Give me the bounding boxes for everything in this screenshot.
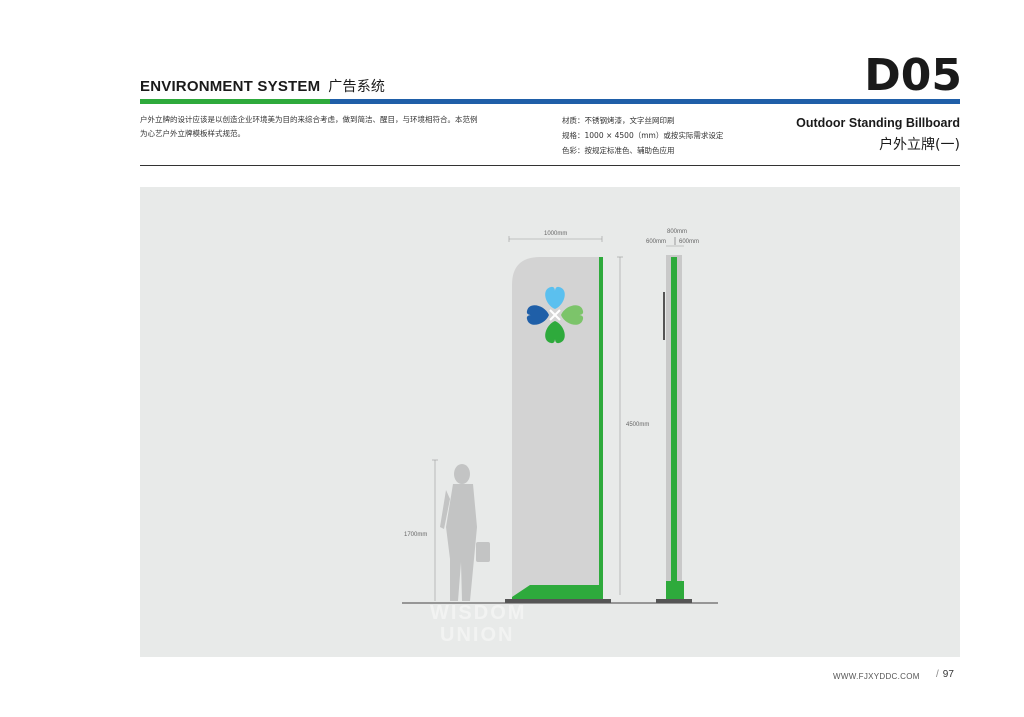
side-view-foot [656, 599, 692, 603]
watermark-text: UNION [440, 624, 514, 646]
side-view-green-core [671, 257, 677, 587]
page-number: 97 [942, 669, 954, 680]
description-line: 为心艺户外立牌模板样式规范。 [140, 129, 245, 138]
item-title-cn: 户外立牌(一) [879, 137, 960, 153]
spec-size: 规格：1000 × 4500（mm）或按实际需求设定 [562, 131, 724, 140]
divider [140, 165, 960, 166]
billboard-drawing: WISDOM UNION 1700mm 1000mm 4500mm 800mm … [402, 229, 718, 646]
footer-url: WWW.FJXYDDC.COM [833, 672, 920, 681]
section-title: ENVIRONMENT SYSTEM [140, 78, 321, 95]
description: 户外立牌的设计应该是以创造企业环境美为目的来综合考虑，做到简洁、醒目，与环境相符… [140, 113, 530, 141]
footer-page: /97 [936, 669, 954, 680]
watermark-text: WISDOM [430, 602, 526, 624]
person-silhouette-icon [440, 464, 490, 601]
page-header-title: ENVIRONMENT SYSTEM 广告系统 [140, 76, 385, 96]
accent-bar-green [140, 99, 330, 104]
accent-bar-blue [330, 99, 960, 104]
spec-color: 色彩：按规定标准色、辅助色应用 [562, 146, 675, 155]
description-line: 户外立牌的设计应该是以创造企业环境美为目的来综合考虑，做到简洁、醒目，与环境相符… [140, 115, 478, 124]
width-label: 1000mm [544, 231, 567, 237]
section-title-cn: 广告系统 [328, 79, 386, 95]
depth-label: 800mm [667, 229, 687, 235]
billboard-edge-strip [599, 257, 603, 595]
drawing-panel: WISDOM UNION 1700mm 1000mm 4500mm 800mm … [140, 187, 960, 657]
billboard-front-panel [512, 257, 603, 602]
height-label: 4500mm [626, 422, 649, 428]
billboard-foot [505, 599, 611, 603]
page-code: D05 [864, 50, 962, 101]
specs-list: 材质：不锈钢烤漆，文字丝网印刷 规格：1000 × 4500（mm）或按实际需求… [562, 113, 762, 158]
side-view-bracket [663, 292, 665, 340]
side-left-label: 600mm [646, 239, 666, 245]
person-height-label: 1700mm [404, 532, 427, 538]
side-view-base [666, 581, 684, 600]
item-title-en: Outdoor Standing Billboard [796, 116, 960, 130]
side-right-label: 600mm [679, 239, 699, 245]
spec-material: 材质：不锈钢烤漆，文字丝网印刷 [562, 116, 675, 125]
